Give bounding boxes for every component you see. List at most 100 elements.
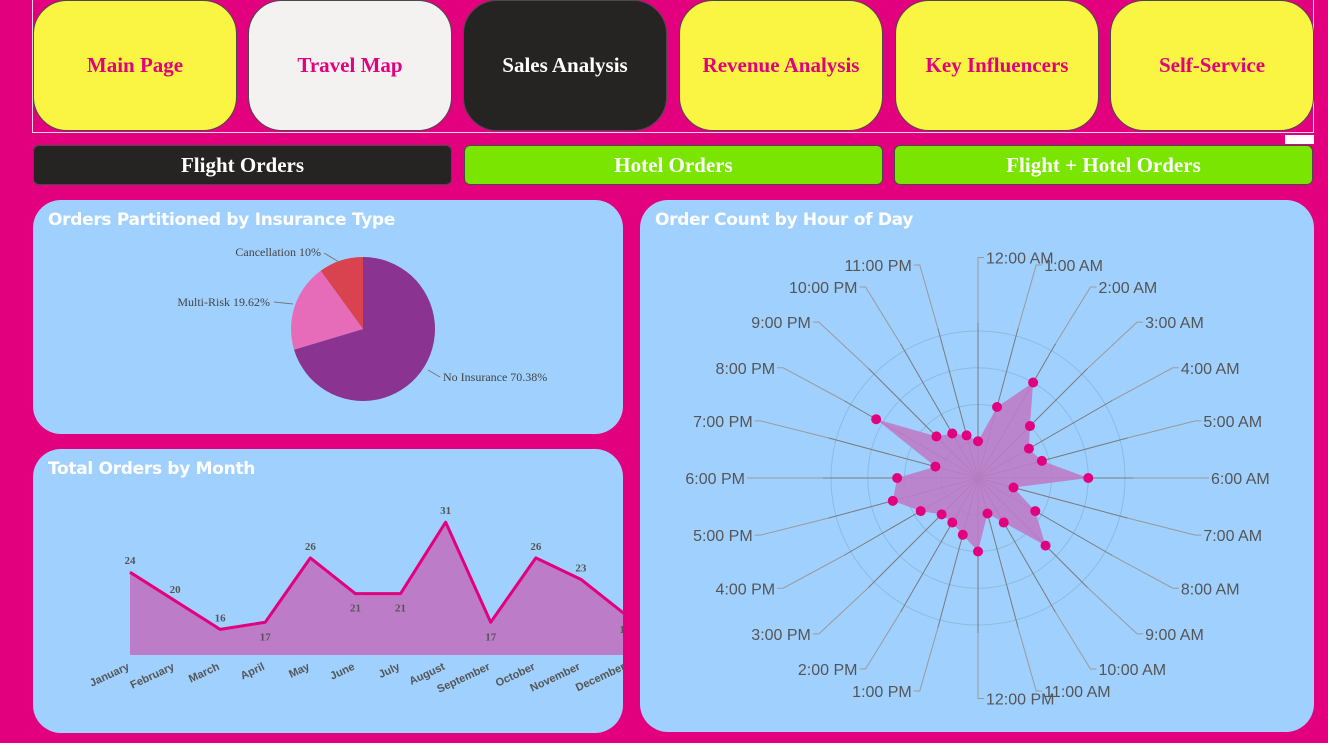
radar-label-3-00-pm: 3:00 PM bbox=[751, 627, 811, 644]
radar-label-10-00-am: 10:00 AM bbox=[1099, 662, 1167, 679]
radar-leader-line bbox=[859, 286, 901, 345]
radar-point-11-00-am[interactable] bbox=[982, 508, 993, 519]
area-chart: 24 January 20 February 16 March 17 April 26 May 21… bbox=[88, 505, 624, 696]
x-tick-may: May bbox=[287, 660, 312, 680]
radar-label-5-00-am: 5:00 AM bbox=[1203, 414, 1262, 431]
radar-point-10-00-am[interactable] bbox=[998, 517, 1009, 528]
data-label-december: 18 bbox=[620, 624, 624, 636]
radar-leader-line bbox=[1055, 286, 1097, 345]
month-card: Total Orders by Month 24 January 20 Februar… bbox=[33, 449, 623, 733]
radar-leader-line bbox=[754, 420, 829, 439]
radar-point-7-00-am[interactable] bbox=[1008, 482, 1019, 493]
radar-point-11-00-pm[interactable] bbox=[961, 430, 972, 441]
radar-card: Order Count by Hour of Day 12:00 AM 1:00 … bbox=[640, 200, 1314, 732]
radar-point-1-00-pm[interactable] bbox=[957, 529, 968, 540]
tab-hotel-orders[interactable]: Hotel Orders bbox=[464, 145, 883, 185]
radar-point-4-00-pm[interactable] bbox=[915, 506, 926, 517]
radar-label-2-00-pm: 2:00 PM bbox=[798, 662, 858, 679]
radar-leader-line bbox=[812, 587, 869, 635]
radar-leader-line bbox=[859, 611, 901, 670]
radar-leader-line bbox=[1127, 517, 1202, 536]
radar-point-1-00-am[interactable] bbox=[992, 402, 1003, 413]
radar-point-8-00-pm[interactable] bbox=[871, 414, 882, 425]
area-fill bbox=[130, 522, 623, 655]
radar-label-6-00-am: 6:00 AM bbox=[1211, 471, 1270, 488]
radar-point-9-00-am[interactable] bbox=[1040, 540, 1051, 551]
radar-point-2-00-am[interactable] bbox=[1028, 377, 1039, 388]
radar-leader-line bbox=[777, 367, 845, 401]
radar-point-4-00-am[interactable] bbox=[1023, 443, 1034, 454]
radar-point-3-00-pm[interactable] bbox=[936, 509, 947, 520]
data-label-march: 16 bbox=[215, 612, 227, 624]
radar-leader-line bbox=[1087, 587, 1144, 635]
data-label-august: 31 bbox=[440, 505, 451, 517]
radar-point-5-00-am[interactable] bbox=[1036, 455, 1047, 466]
nav-button-key-influencers[interactable]: Key Influencers bbox=[895, 0, 1099, 131]
data-label-november: 23 bbox=[575, 562, 587, 574]
pie-label-cancellation: Cancellation 10% bbox=[235, 245, 321, 259]
pie-label-multi-risk: Multi-Risk 19.62% bbox=[177, 295, 270, 309]
radar-label-7-00-pm: 7:00 PM bbox=[693, 414, 753, 431]
radar-label-1-00-pm: 1:00 PM bbox=[852, 684, 912, 701]
x-tick-january: January bbox=[88, 660, 132, 689]
radar-label-3-00-am: 3:00 AM bbox=[1145, 315, 1204, 332]
radar-label-4-00-pm: 4:00 PM bbox=[716, 581, 776, 598]
radar-point-8-00-am[interactable] bbox=[1030, 506, 1041, 517]
radar-leader-line bbox=[977, 257, 984, 323]
radar-label-7-00-am: 7:00 AM bbox=[1203, 528, 1262, 545]
radar-leader-line bbox=[754, 517, 829, 536]
radar-point-2-00-pm[interactable] bbox=[947, 517, 958, 528]
x-tick-march: March bbox=[187, 661, 222, 686]
radar-leader-line bbox=[1055, 611, 1097, 670]
radar-point-3-00-am[interactable] bbox=[1024, 421, 1035, 432]
radar-leader-line bbox=[777, 555, 845, 589]
radar-leader-line bbox=[1111, 555, 1179, 589]
tab-flight-orders[interactable]: Flight Orders bbox=[33, 145, 452, 185]
data-label-april: 17 bbox=[260, 631, 272, 643]
radar-label-8-00-pm: 8:00 PM bbox=[716, 361, 776, 378]
pie-leader-line bbox=[323, 252, 340, 263]
radar-leader-line bbox=[913, 627, 939, 692]
radar-chart: 12:00 AM1:00 AM2:00 AM3:00 AM4:00 AM5:00… bbox=[685, 251, 1270, 709]
nav-button-sales-analysis[interactable]: Sales Analysis bbox=[463, 0, 667, 131]
radar-point-10-00-pm[interactable] bbox=[947, 428, 958, 439]
data-label-june: 21 bbox=[350, 603, 361, 615]
radar-label-12-00-pm: 12:00 PM bbox=[986, 692, 1054, 709]
radar-leader-line bbox=[1017, 627, 1043, 692]
radar-leader-line bbox=[1127, 420, 1202, 439]
nav-button-travel-map[interactable]: Travel Map bbox=[248, 0, 452, 131]
pie-leader-line bbox=[427, 369, 441, 378]
radar-point-12-00-am[interactable] bbox=[973, 436, 983, 447]
pie-label-no-insurance: No Insurance 70.38% bbox=[443, 370, 547, 384]
radar-leader-line bbox=[812, 321, 869, 369]
radar-leader-line bbox=[1017, 264, 1043, 329]
radar-label-1-00-am: 1:00 AM bbox=[1044, 258, 1103, 275]
nav-button-main-page[interactable]: Main Page bbox=[33, 0, 237, 131]
data-label-may: 26 bbox=[305, 541, 317, 553]
nav-button-self-service[interactable]: Self-Service bbox=[1110, 0, 1314, 131]
tab-flight-hotel-orders[interactable]: Flight + Hotel Orders bbox=[894, 145, 1313, 185]
data-label-september: 17 bbox=[485, 631, 497, 643]
radar-point-6-00-pm[interactable] bbox=[892, 473, 903, 483]
radar-point-5-00-pm[interactable] bbox=[887, 495, 898, 506]
nav-button-revenue-analysis[interactable]: Revenue Analysis bbox=[679, 0, 883, 131]
x-tick-july: July bbox=[377, 660, 403, 681]
pie-chart: No Insurance 70.38% Multi-Risk 19.62% Canc… bbox=[177, 245, 547, 401]
radar-point-12-00-pm[interactable] bbox=[973, 546, 983, 557]
radar-leader-line bbox=[1111, 367, 1179, 401]
radar-point-7-00-pm[interactable] bbox=[930, 461, 941, 472]
radar-label-2-00-am: 2:00 AM bbox=[1099, 280, 1158, 297]
radar-leader-line bbox=[977, 633, 984, 699]
pie-card: Orders Partitioned by Insurance Type No … bbox=[33, 200, 623, 434]
x-tick-april: April bbox=[239, 661, 267, 682]
radar-point-6-00-am[interactable] bbox=[1083, 473, 1094, 483]
data-label-february: 20 bbox=[170, 584, 182, 596]
data-label-january: 24 bbox=[125, 555, 137, 567]
x-tick-june: June bbox=[328, 661, 356, 683]
radar-label-11-00-pm: 11:00 PM bbox=[844, 258, 911, 275]
radar-label-5-00-pm: 5:00 PM bbox=[693, 528, 753, 545]
x-tick-december: December bbox=[574, 661, 623, 695]
radar-leader-line bbox=[913, 264, 939, 329]
radar-point-9-00-pm[interactable] bbox=[931, 431, 942, 442]
x-tick-november: November bbox=[528, 661, 582, 695]
